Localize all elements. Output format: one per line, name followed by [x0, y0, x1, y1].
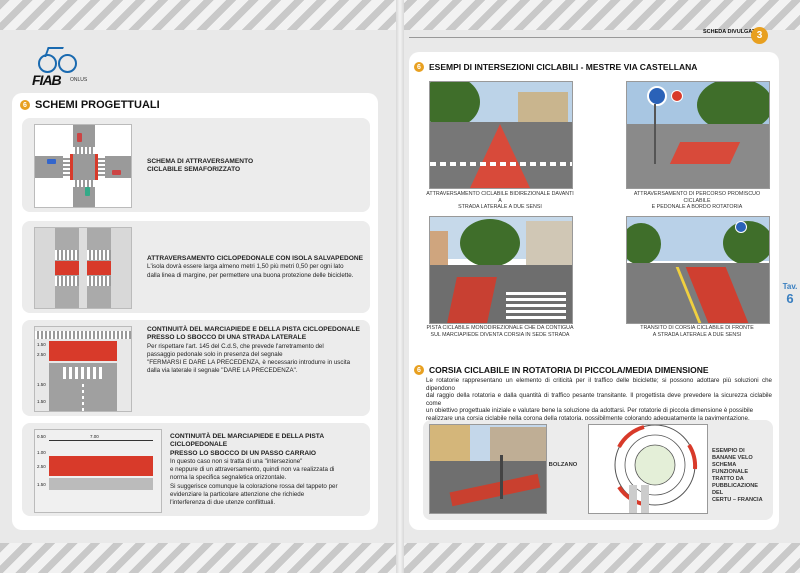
photo-2-caption: ATTRAVERSAMENTO DI PERCORSO PROMISCUO CI…: [633, 191, 761, 210]
section-title-text: SCHEMI PROGETTUALI: [35, 99, 160, 111]
side-tab: Tav. 6: [782, 282, 798, 306]
roundabout-sign-icon: [647, 86, 667, 106]
no-entry-sign-icon: [671, 90, 683, 102]
logo-mark: FIAB: [32, 72, 62, 88]
section-bullet-icon: 6: [414, 62, 424, 72]
banane-velo-label: ESEMPIO DI BANANE VELO SCHEMA FUNZIONALE…: [712, 448, 763, 503]
roundabout-body-text: Le rotatorie rappresentano un elemento d…: [426, 377, 772, 422]
traffic-light-intersection-diagram: [34, 124, 132, 208]
driveway-continuity-diagram: 7.00 0.50 1.00 2.50 1.50: [34, 429, 162, 513]
logo-sub: ONLUS: [70, 77, 88, 83]
section-bullet-icon: 6: [20, 100, 30, 110]
side-street-continuity-diagram: 1.50 2.50 1.50 1.50: [34, 326, 132, 412]
scheme-card-1: SCHEMA DI ATTRAVERSAMENTO CICLABILE SEMA…: [22, 118, 370, 212]
bicycle-sign-icon: [735, 221, 747, 233]
header-rule: [409, 37, 754, 38]
scheme-1-text: SCHEMA DI ATTRAVERSAMENTO CICLABILE SEMA…: [147, 158, 254, 174]
scheme-2-text: ATTRAVERSAMENTO CICLOPEDONALE CON ISOLA …: [147, 255, 364, 279]
scheme-3-text: CONTINUITÀ DEL MARCIAPIEDE E DELLA PISTA…: [147, 326, 360, 375]
banane-velo-scheme: [588, 424, 708, 514]
scheme-card-4: 7.00 0.50 1.00 2.50 1.50 CONTINUITÀ DEL …: [22, 423, 370, 516]
section-title-text: CORSIA CICLABILE IN ROTATORIA DI PICCOLA…: [429, 365, 709, 375]
photo-3-caption: PISTA CICLABILE MONODIREZIONALE CHE DA C…: [426, 325, 574, 338]
bicycle-wheel-icon: [58, 54, 77, 73]
photo-bidirectional-crossing: [429, 81, 573, 189]
roundabout-scheme-drawing: [614, 425, 698, 513]
section-title-examples: 6 ESEMPI DI INTERSEZIONI CICLABILI - MES…: [414, 62, 697, 72]
photo-bolzano-roundabout: [429, 424, 547, 514]
scheme-4-text: CONTINUITÀ DEL MARCIAPIEDE E DELLA PISTA…: [170, 433, 338, 507]
photo-4-caption: TRANSITO DI CORSIA CICLABILE DI FRONTE A…: [640, 325, 754, 338]
header-number-badge: 3: [751, 27, 768, 44]
section-title-schemes: 6 SCHEMI PROGETTUALI: [20, 99, 160, 111]
scheme-card-2: ATTRAVERSAMENTO CICLOPEDONALE CON ISOLA …: [22, 221, 370, 313]
section-bullet-icon: 6: [414, 365, 424, 375]
page-spine: [396, 0, 404, 573]
section-title-roundabout: 6 CORSIA CICLABILE IN ROTATORIA DI PICCO…: [414, 365, 709, 375]
fiab-logo: FIAB ONLUS: [32, 44, 88, 88]
photo-lane-side-street: [626, 216, 770, 324]
photo-1-caption: ATTRAVERSAMENTO CICLABILE BIDIREZIONALE …: [426, 191, 574, 210]
section-title-text: ESEMPI DI INTERSEZIONI CICLABILI - MESTR…: [429, 62, 698, 72]
photo-roundabout-crossing: [626, 81, 770, 189]
bolzano-label: BOLZANO: [548, 462, 578, 468]
scheme-card-3: 1.50 2.50 1.50 1.50 CONTINUITÀ DEL MARCI…: [22, 320, 370, 416]
photo-one-way-lane: [429, 216, 573, 324]
pedestrian-island-diagram: [34, 227, 132, 309]
